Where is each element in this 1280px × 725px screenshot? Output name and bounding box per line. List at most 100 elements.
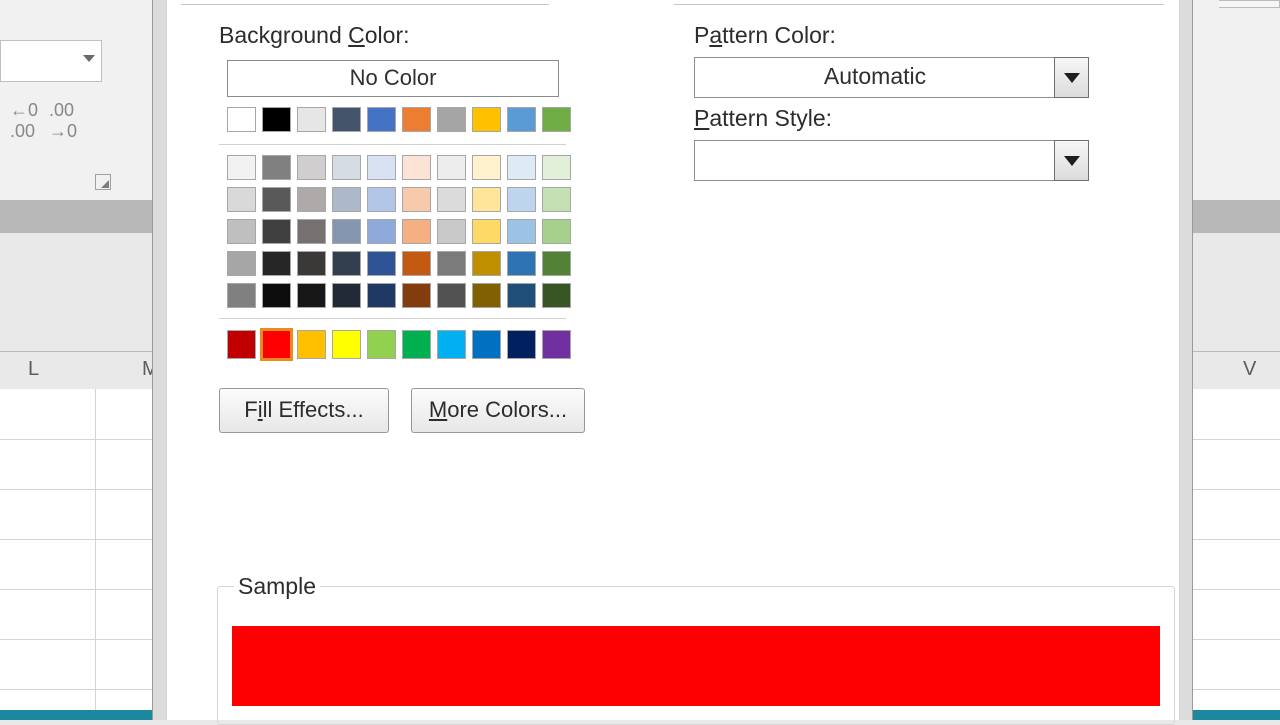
palette-divider-1: [219, 144, 566, 145]
tab-divider-right: [674, 4, 1164, 5]
color-swatch[interactable]: [262, 219, 291, 244]
color-swatch[interactable]: [402, 283, 431, 308]
color-swatch[interactable]: [332, 187, 361, 212]
color-swatch[interactable]: [472, 251, 501, 276]
color-swatch[interactable]: [227, 251, 256, 276]
standard-color-row: [227, 330, 571, 359]
color-swatch[interactable]: [367, 251, 396, 276]
color-swatch[interactable]: [227, 107, 256, 132]
color-swatch[interactable]: [472, 107, 501, 132]
palette-divider-2: [219, 318, 566, 319]
pattern-color-dropdown-arrow[interactable]: [1054, 57, 1089, 98]
format-cells-fill-dialog: Background Color: No Color Fill Effects.…: [166, 0, 1180, 720]
color-swatch[interactable]: [297, 251, 326, 276]
color-swatch[interactable]: [437, 251, 466, 276]
color-swatch[interactable]: [437, 187, 466, 212]
color-swatch[interactable]: [437, 283, 466, 308]
color-swatch[interactable]: [472, 219, 501, 244]
pattern-color-dropdown[interactable]: Automatic: [694, 57, 1089, 98]
color-swatch[interactable]: [332, 283, 361, 308]
color-swatch[interactable]: [402, 155, 431, 180]
decimal-buttons: ←0.00 .00→0: [10, 100, 83, 142]
color-swatch[interactable]: [367, 155, 396, 180]
color-swatch[interactable]: [542, 155, 571, 180]
color-swatch[interactable]: [297, 155, 326, 180]
pattern-color-label: Pattern Color:: [694, 22, 836, 49]
color-swatch[interactable]: [297, 107, 326, 132]
color-swatch[interactable]: [437, 219, 466, 244]
theme-tint-row-1: [227, 155, 571, 180]
sample-frame: Sample: [217, 573, 1175, 725]
standard-color-swatch[interactable]: [227, 330, 256, 359]
color-swatch[interactable]: [297, 187, 326, 212]
standard-color-swatch[interactable]: [262, 330, 291, 359]
color-swatch[interactable]: [227, 283, 256, 308]
color-swatch[interactable]: [507, 283, 536, 308]
color-swatch[interactable]: [262, 251, 291, 276]
theme-tint-row-5: [227, 283, 571, 308]
color-swatch[interactable]: [367, 219, 396, 244]
color-swatch[interactable]: [367, 107, 396, 132]
color-swatch[interactable]: [437, 155, 466, 180]
sample-fill: [232, 626, 1160, 706]
color-swatch[interactable]: [507, 251, 536, 276]
color-swatch[interactable]: [262, 187, 291, 212]
pattern-style-label: Pattern Style:: [694, 105, 832, 132]
color-swatch[interactable]: [542, 251, 571, 276]
color-swatch[interactable]: [332, 251, 361, 276]
dialog-left-edge: [152, 0, 167, 720]
color-swatch[interactable]: [332, 107, 361, 132]
pattern-style-dropdown-arrow[interactable]: [1054, 140, 1089, 181]
color-swatch[interactable]: [507, 219, 536, 244]
dialog-launcher-icon: [95, 174, 111, 190]
color-swatch[interactable]: [402, 187, 431, 212]
color-swatch[interactable]: [332, 219, 361, 244]
color-swatch[interactable]: [542, 187, 571, 212]
standard-color-swatch[interactable]: [297, 330, 326, 359]
color-swatch[interactable]: [262, 107, 291, 132]
theme-tint-row-2: [227, 187, 571, 212]
color-swatch[interactable]: [507, 187, 536, 212]
standard-color-swatch[interactable]: [472, 330, 501, 359]
color-swatch[interactable]: [542, 283, 571, 308]
color-swatch[interactable]: [227, 219, 256, 244]
color-swatch[interactable]: [542, 107, 571, 132]
standard-color-swatch[interactable]: [437, 330, 466, 359]
color-swatch[interactable]: [262, 155, 291, 180]
color-swatch[interactable]: [297, 283, 326, 308]
color-swatch[interactable]: [472, 187, 501, 212]
dialog-right-edge: [1178, 0, 1193, 720]
color-swatch[interactable]: [402, 107, 431, 132]
ribbon-combobox: [0, 40, 102, 82]
standard-color-swatch[interactable]: [367, 330, 396, 359]
column-header-v: V: [1243, 358, 1256, 381]
fill-effects-button[interactable]: Fill Effects...: [219, 388, 389, 433]
theme-tint-row-3: [227, 219, 571, 244]
color-swatch[interactable]: [402, 251, 431, 276]
column-header-l: L: [28, 358, 39, 381]
color-swatch[interactable]: [227, 155, 256, 180]
color-swatch[interactable]: [507, 155, 536, 180]
standard-color-swatch[interactable]: [542, 330, 571, 359]
color-swatch[interactable]: [542, 219, 571, 244]
color-swatch[interactable]: [367, 283, 396, 308]
color-swatch[interactable]: [367, 187, 396, 212]
more-colors-button[interactable]: More Colors...: [411, 388, 585, 433]
color-swatch[interactable]: [437, 107, 466, 132]
increase-decimal-icon: .00→0: [49, 100, 77, 142]
no-color-button[interactable]: No Color: [227, 60, 559, 97]
background-color-label: Background Color:: [219, 22, 410, 49]
standard-color-swatch[interactable]: [402, 330, 431, 359]
standard-color-swatch[interactable]: [507, 330, 536, 359]
color-swatch[interactable]: [507, 107, 536, 132]
color-swatch[interactable]: [332, 155, 361, 180]
color-swatch[interactable]: [227, 187, 256, 212]
pattern-style-dropdown[interactable]: [694, 140, 1089, 181]
color-swatch[interactable]: [472, 283, 501, 308]
standard-color-swatch[interactable]: [332, 330, 361, 359]
color-swatch[interactable]: [402, 219, 431, 244]
color-swatch[interactable]: [262, 283, 291, 308]
sample-label: Sample: [234, 573, 320, 600]
color-swatch[interactable]: [472, 155, 501, 180]
color-swatch[interactable]: [297, 219, 326, 244]
